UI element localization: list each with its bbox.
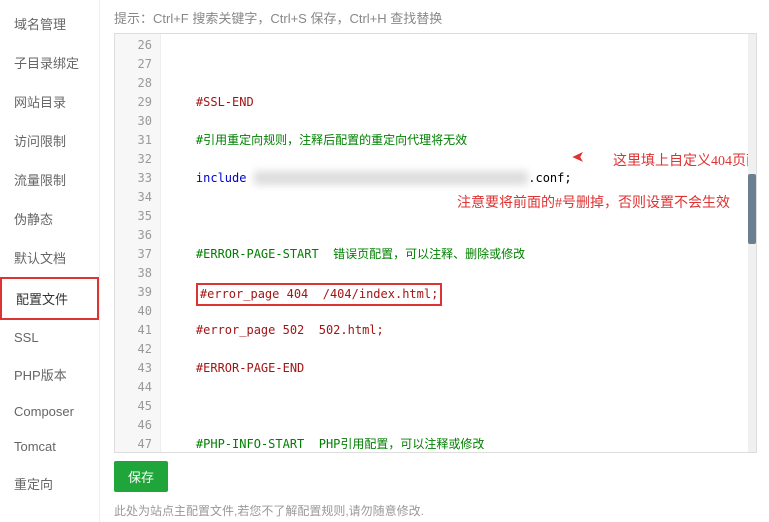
redacted xyxy=(254,171,529,185)
sidebar-item-12[interactable]: 重定向 xyxy=(0,464,99,503)
sidebar-item-11[interactable]: Tomcat xyxy=(0,429,99,464)
code-text: #SSL-END xyxy=(196,95,254,109)
sidebar-item-2[interactable]: 网站目录 xyxy=(0,82,99,121)
sidebar-item-8[interactable]: SSL xyxy=(0,320,99,355)
code-comment: #引用重定向规则，注释后配置的重定向代理将无效 xyxy=(196,133,467,147)
arrow-icon: ➤ xyxy=(571,149,584,168)
code-text: 502.html; xyxy=(319,323,384,337)
sidebar-item-5[interactable]: 伪静态 xyxy=(0,199,99,238)
sidebar-item-10[interactable]: Composer xyxy=(0,394,99,429)
sidebar-item-1[interactable]: 子目录绑定 xyxy=(0,43,99,82)
code-text: #ERROR-PAGE-END xyxy=(196,361,304,375)
code-text: .conf; xyxy=(528,171,571,185)
code-editor[interactable]: 2627282930313233343536373839404142434445… xyxy=(114,33,757,453)
save-button[interactable]: 保存 xyxy=(114,461,168,492)
code-comment: #PHP-INFO-START PHP引用配置，可以注释或修改 xyxy=(196,437,485,451)
highlight-box: #error_page 404 /404/index.html; xyxy=(196,283,442,306)
code-text: #error_page 502 xyxy=(196,323,304,337)
annotation-2: 注意要将前面的#号删掉，否则设置不会生效 xyxy=(457,194,730,213)
code-keyword: include xyxy=(196,171,254,185)
main-panel: 提示：Ctrl+F 搜索关键字，Ctrl+S 保存，Ctrl+H 查找替换 26… xyxy=(100,0,769,522)
sidebar-item-3[interactable]: 访问限制 xyxy=(0,121,99,160)
sidebar-item-9[interactable]: PHP版本 xyxy=(0,355,99,394)
hint-text: 提示：Ctrl+F 搜索关键字，Ctrl+S 保存，Ctrl+H 查找替换 xyxy=(114,8,757,27)
line-gutter: 2627282930313233343536373839404142434445… xyxy=(115,34,161,452)
sidebar-item-0[interactable]: 域名管理 xyxy=(0,4,99,43)
code-lines[interactable]: #SSL-END #引用重定向规则，注释后配置的重定向代理将无效 include… xyxy=(161,34,756,452)
sidebar-item-4[interactable]: 流量限制 xyxy=(0,160,99,199)
scrollbar-thumb[interactable] xyxy=(748,174,756,244)
bottom-note: 此处为站点主配置文件,若您不了解配置规则,请勿随意修改. xyxy=(114,502,757,519)
sidebar-item-6[interactable]: 默认文档 xyxy=(0,238,99,277)
sidebar-item-7[interactable]: 配置文件 xyxy=(0,277,99,320)
sidebar: 域名管理子目录绑定网站目录访问限制流量限制伪静态默认文档配置文件SSLPHP版本… xyxy=(0,0,100,522)
scrollbar[interactable] xyxy=(748,34,756,452)
code-comment: #ERROR-PAGE-START 错误页配置，可以注释、删除或修改 xyxy=(196,247,525,261)
annotation-1: 这里填上自定义404页面的地址 xyxy=(613,152,757,171)
